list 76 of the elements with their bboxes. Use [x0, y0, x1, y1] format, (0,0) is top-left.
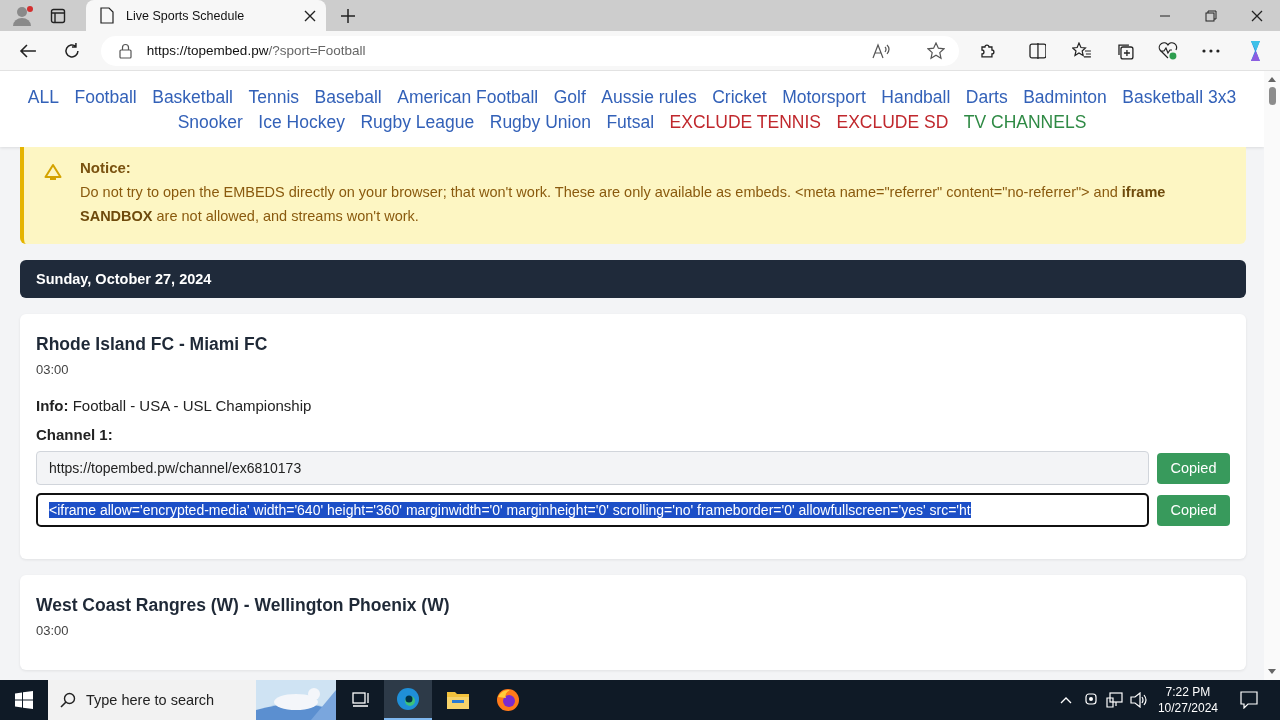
nav-link[interactable]: EXCLUDE TENNIS: [669, 112, 821, 133]
event-info: Info: Football - USA - USL Championship: [36, 397, 313, 414]
meet-now-icon[interactable]: [1083, 692, 1098, 708]
embed-field[interactable]: <iframe allow='encrypted-media' width='640' height='360' marginwidth='0' marginheight='0' scrolling='no' frameborder='0' allowfullscreen='yes' src='ht: [36, 493, 1149, 527]
search-placeholder: Type here to search: [86, 692, 215, 708]
nav-link[interactable]: Snooker: [177, 112, 243, 133]
event-title: Rhode Island FC - Miami FC: [36, 334, 269, 355]
clock-time: 7:22 PM: [1165, 684, 1211, 700]
browser-tab[interactable]: Live Sports Schedule: [86, 0, 326, 31]
nav-link[interactable]: Rugby Union: [489, 112, 591, 133]
event-time: 03:00: [36, 362, 70, 377]
nav-link[interactable]: TV CHANNELS: [963, 112, 1087, 133]
chevron-up-icon[interactable]: [1059, 696, 1072, 704]
favorites-icon[interactable]: [1072, 41, 1093, 60]
scroll-down-icon[interactable]: [1268, 669, 1276, 675]
close-icon[interactable]: [1251, 9, 1263, 22]
notice-title: Notice:: [80, 159, 132, 176]
nav-link[interactable]: Golf: [553, 87, 586, 108]
warning-icon: [44, 164, 62, 180]
nav-link[interactable]: ALL: [27, 87, 59, 108]
tab-title: Live Sports Schedule: [126, 8, 246, 23]
new-tab-icon[interactable]: [340, 7, 356, 24]
lock-icon: [118, 42, 132, 59]
copied-button[interactable]: Copied: [1157, 452, 1230, 484]
nav-link[interactable]: Basketball 3x3: [1122, 87, 1237, 108]
nav-link[interactable]: Ice Hockey: [258, 112, 345, 133]
more-icon[interactable]: [1202, 48, 1221, 53]
date-text: Sunday, October 27, 2024: [36, 271, 212, 287]
collections-icon[interactable]: [1116, 41, 1135, 60]
favorite-star-icon[interactable]: [926, 41, 945, 60]
nav-link[interactable]: Football: [74, 87, 137, 108]
windows-icon[interactable]: [15, 691, 33, 709]
volume-icon[interactable]: [1129, 692, 1148, 708]
clock-date: 10/27/2024: [1157, 700, 1218, 716]
split-screen-icon[interactable]: [1028, 42, 1047, 59]
channel-label: Channel 1:: [36, 426, 114, 443]
read-aloud-icon[interactable]: [871, 42, 890, 59]
nav-link[interactable]: Badminton: [1023, 87, 1107, 108]
refresh-icon[interactable]: [62, 41, 81, 60]
nav-link[interactable]: Futsal: [606, 112, 655, 133]
nav-link[interactable]: Darts: [965, 87, 1008, 108]
nav-link[interactable]: Baseball: [314, 87, 382, 108]
taskbar-clock[interactable]: 7:22 PM 10/27/2024: [1157, 684, 1218, 716]
nav-link[interactable]: EXCLUDE SD: [836, 112, 949, 133]
taskbar-search-field[interactable]: Type here to search: [48, 680, 336, 720]
nav-link[interactable]: Tennis: [248, 87, 300, 108]
nav-link[interactable]: Motorsport: [782, 87, 866, 108]
task-view-icon[interactable]: [352, 692, 370, 708]
network-icon[interactable]: [1105, 692, 1124, 708]
edge-taskbar-icon[interactable]: [384, 680, 432, 720]
scrollbar[interactable]: [1264, 71, 1280, 680]
nav-link[interactable]: Aussie rules: [601, 87, 697, 108]
nav-link[interactable]: Rugby League: [360, 112, 475, 133]
page-icon: [100, 7, 114, 24]
profile-icon[interactable]: [12, 4, 34, 27]
search-icon: [60, 692, 76, 708]
nav-link[interactable]: American Football: [397, 87, 539, 108]
notification-icon[interactable]: [1240, 691, 1258, 709]
url-text: https://topembed.pw/?sport=Football: [146, 43, 366, 58]
tab-actions-icon[interactable]: [50, 7, 66, 24]
restore-icon[interactable]: [1205, 9, 1217, 22]
address-bar[interactable]: https://topembed.pw/?sport=Football: [100, 35, 959, 66]
event-title: West Coast Rangres (W) - Wellington Phoenix (W): [36, 595, 451, 616]
copied-button[interactable]: Copied: [1157, 494, 1230, 526]
nav-link[interactable]: Handball: [881, 87, 951, 108]
extensions-icon[interactable]: [978, 41, 997, 60]
notice-text: Do not try to open the EMBEDS directly on your browser; that won't work. These are only available as embeds. <meta name="referrer" content="no-referrer"> and iframe SANDBOX are not allowed, and streams won't work.: [80, 183, 1167, 226]
scroll-up-icon[interactable]: [1268, 76, 1276, 82]
close-tab-icon[interactable]: [304, 9, 316, 22]
back-icon[interactable]: [19, 42, 37, 59]
nav-link[interactable]: Basketball: [152, 87, 233, 108]
scroll-thumb[interactable]: [1268, 87, 1276, 105]
event-time: 03:00: [36, 623, 70, 638]
embed-field[interactable]: https://topembed.pw/channel/ex6810173: [36, 451, 1149, 485]
nav-link[interactable]: Cricket: [712, 87, 767, 108]
heartbeat-icon[interactable]: [1158, 41, 1179, 60]
